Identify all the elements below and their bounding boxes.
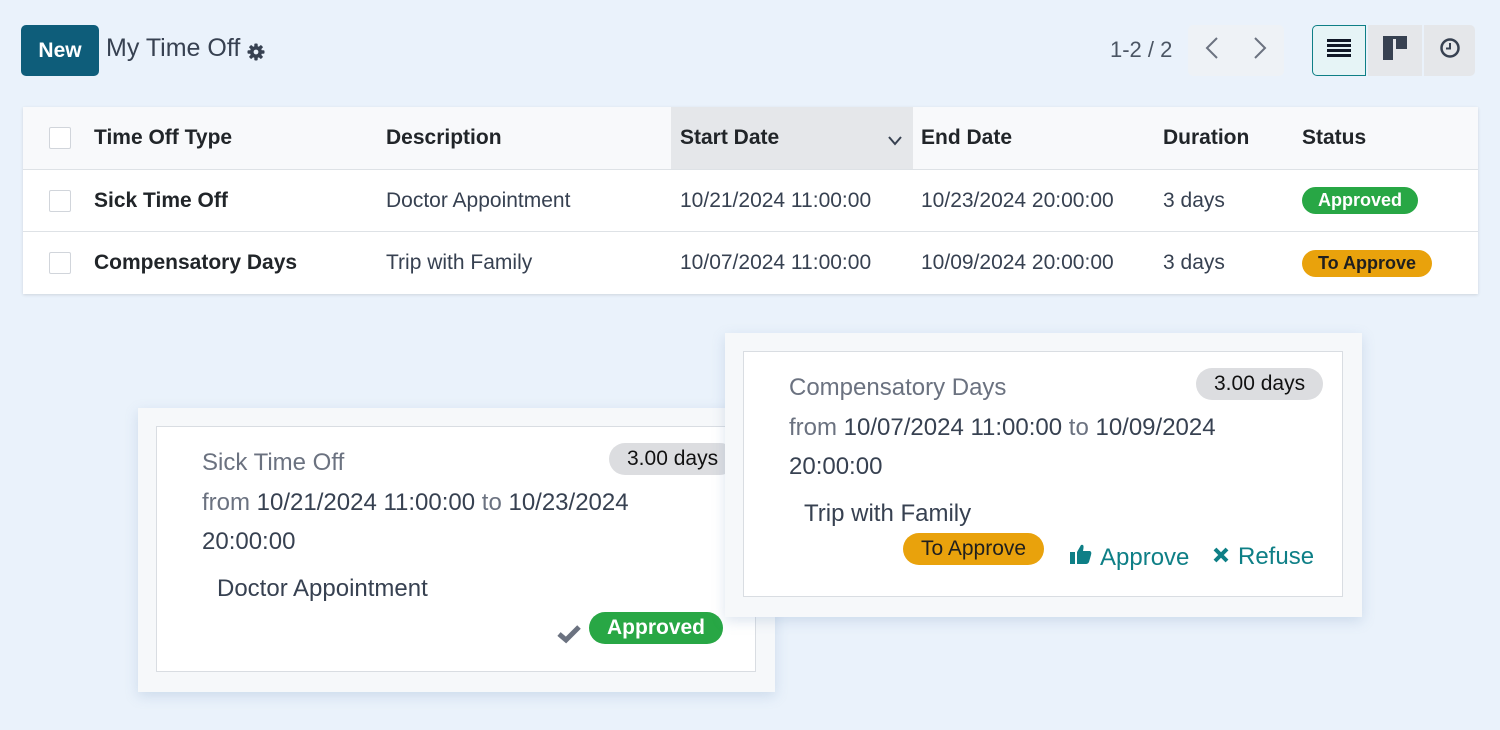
cell-duration: 3 days (1163, 188, 1225, 212)
pager-value[interactable]: 1-2 / 2 (1110, 37, 1172, 63)
status-badge: Approved (589, 612, 724, 644)
thumbs-up-icon (1070, 543, 1092, 572)
clock-icon (1439, 37, 1461, 64)
kanban-icon (1383, 36, 1407, 65)
end-time: 20:00:00 (202, 528, 296, 555)
time-off-card[interactable]: Sick Time Off 3.00 days from 10/21/2024 … (138, 408, 775, 692)
cell-start-date: 10/07/2024 11:00:00 (680, 251, 872, 274)
list-view-button[interactable] (1312, 25, 1366, 76)
pager-previous-button[interactable] (1188, 25, 1236, 76)
cell-start-date: 10/21/2024 11:00:00 (680, 188, 872, 212)
cell-type: Sick Time Off (94, 188, 228, 212)
cell-type: Compensatory Days (94, 251, 298, 274)
cell-end-date: 10/09/2024 20:00:00 (921, 251, 1114, 274)
status-badge: Approved (1302, 187, 1419, 214)
card-type: Compensatory Days (789, 374, 1007, 401)
time-off-card[interactable]: Compensatory Days 3.00 days from 10/07/2… (725, 333, 1362, 617)
from-label: from (202, 489, 250, 516)
page-title-text: My Time Off (106, 34, 241, 62)
column-header-description[interactable]: Description (386, 107, 502, 169)
new-button[interactable]: New (21, 25, 99, 76)
start-date: 10/07/2024 11:00:00 (843, 414, 1063, 441)
days-badge: 3.00 days (609, 443, 737, 475)
to-label: to (1068, 414, 1089, 441)
chevron-right-icon (1253, 36, 1267, 65)
end-date: 10/09/2024 (1095, 414, 1216, 441)
list-icon (1327, 39, 1351, 62)
pager-next-button[interactable] (1236, 25, 1284, 76)
card-date-range: from 10/07/2024 11:00:00 to 10/09/2024 2… (789, 408, 1309, 486)
column-header-duration[interactable]: Duration (1163, 107, 1249, 169)
status-badge: To Approve (1302, 249, 1432, 277)
cell-description: Doctor Appointment (386, 188, 571, 212)
table-row[interactable]: Compensatory Days Trip with Family 10/07… (23, 232, 1478, 294)
row-checkbox[interactable] (49, 252, 71, 274)
chevron-left-icon (1205, 36, 1219, 65)
card-description: Trip with Family (804, 500, 972, 527)
from-label: from (789, 414, 837, 441)
column-header-start-date[interactable]: Start Date (671, 107, 913, 169)
end-date: 10/23/2024 (508, 489, 629, 516)
close-icon (1212, 543, 1230, 571)
column-header-end-date[interactable]: End Date (921, 107, 1012, 169)
start-date: 10/21/2024 11:00:00 (256, 489, 476, 516)
card-body: Sick Time Off 3.00 days from 10/21/2024 … (156, 426, 756, 672)
days-badge: 3.00 days (1196, 368, 1324, 400)
card-type: Sick Time Off (202, 449, 345, 476)
column-header-start-date-label: Start Date (680, 126, 780, 149)
approve-label: Approve (1100, 543, 1190, 571)
gear-icon[interactable] (246, 40, 266, 60)
checkmark-icon (557, 624, 581, 649)
time-off-table: Time Off Type Description Start Date End… (23, 107, 1478, 294)
table-row[interactable]: Sick Time Off Doctor Appointment 10/21/2… (23, 170, 1478, 232)
card-date-range: from 10/21/2024 11:00:00 to 10/23/2024 2… (202, 483, 722, 561)
view-switcher (1312, 25, 1475, 76)
cell-end-date: 10/23/2024 20:00:00 (921, 188, 1114, 212)
cell-description: Trip with Family (386, 251, 533, 274)
status-badge: To Approve (903, 533, 1045, 565)
kanban-view-button[interactable] (1368, 25, 1422, 76)
card-body: Compensatory Days 3.00 days from 10/07/2… (743, 351, 1343, 597)
refuse-label: Refuse (1238, 543, 1315, 570)
end-time: 20:00:00 (789, 453, 883, 480)
card-description: Doctor Appointment (217, 575, 428, 602)
page-title: My Time Off (106, 34, 266, 63)
sort-descending-icon (887, 129, 903, 153)
to-label: to (481, 489, 502, 516)
pager-nav (1188, 25, 1284, 76)
table-header: Time Off Type Description Start Date End… (23, 107, 1478, 170)
select-all-checkbox[interactable] (49, 127, 71, 149)
activity-view-button[interactable] (1424, 25, 1475, 76)
row-checkbox[interactable] (49, 189, 71, 212)
column-header-status[interactable]: Status (1302, 107, 1366, 169)
refuse-button[interactable]: Refuse (1212, 543, 1314, 571)
approve-button[interactable]: Approve (1070, 543, 1189, 572)
column-header-type[interactable]: Time Off Type (94, 107, 232, 169)
cell-duration: 3 days (1163, 251, 1225, 274)
